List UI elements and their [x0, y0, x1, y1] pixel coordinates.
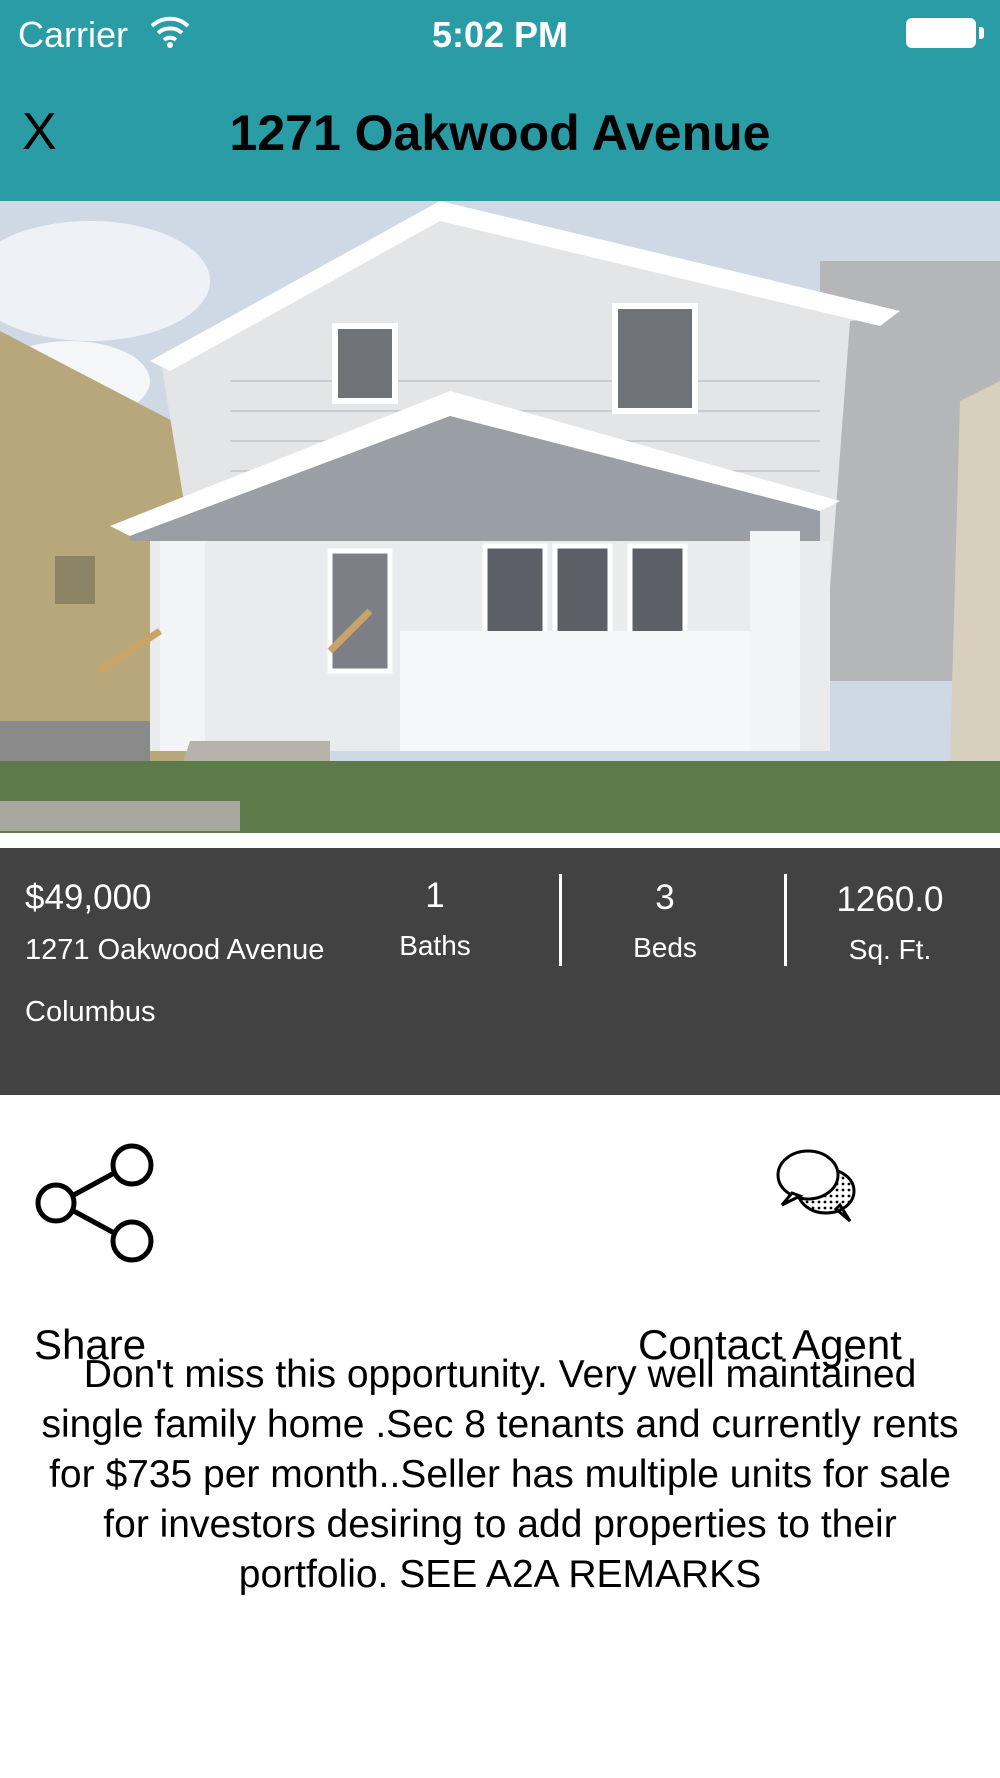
beds-label: Beds — [633, 932, 697, 963]
stat-divider — [559, 874, 562, 966]
chat-bubbles-icon — [774, 1145, 858, 1230]
listing-address: 1271 Oakwood Avenue — [25, 934, 325, 966]
page-title: 1271 Oakwood Avenue — [229, 105, 771, 161]
listing-city: Columbus — [25, 996, 156, 1028]
share-button[interactable]: Share — [34, 1143, 234, 1368]
listing-price: $49,000 — [25, 878, 152, 917]
status-bar: Carrier 5:02 PM — [0, 0, 1000, 70]
status-time: 5:02 PM — [431, 14, 569, 55]
battery-tip — [979, 27, 984, 39]
contact-agent-button[interactable]: Contact Agent — [630, 1145, 970, 1368]
share-icon — [34, 1143, 156, 1270]
listing-description: Don't miss this opportunity. Very well m… — [41, 1353, 959, 1596]
beds-value: 3 — [655, 878, 675, 917]
header: Carrier 5:02 PM X 1271 Oakwood Avenue — [0, 0, 1000, 201]
action-row: Share Contact Agent — [0, 1095, 1000, 1368]
sqft-label: Sq. Ft. — [848, 934, 932, 965]
sqft-stat: 1260.0 Sq. Ft. — [815, 880, 965, 966]
beds-stat: 3 Beds — [610, 878, 720, 964]
sqft-value: 1260.0 — [836, 880, 944, 919]
nav-bar: X 1271 Oakwood Avenue — [0, 70, 1000, 201]
baths-label: Baths — [399, 930, 471, 961]
listing-summary: $49,000 1271 Oakwood Avenue Columbus 1 B… — [0, 848, 1000, 1095]
baths-stat: 1 Baths — [380, 876, 490, 962]
battery-icon — [906, 18, 976, 48]
property-photo — [0, 201, 1000, 851]
baths-value: 1 — [425, 876, 445, 915]
stat-divider — [784, 874, 787, 966]
